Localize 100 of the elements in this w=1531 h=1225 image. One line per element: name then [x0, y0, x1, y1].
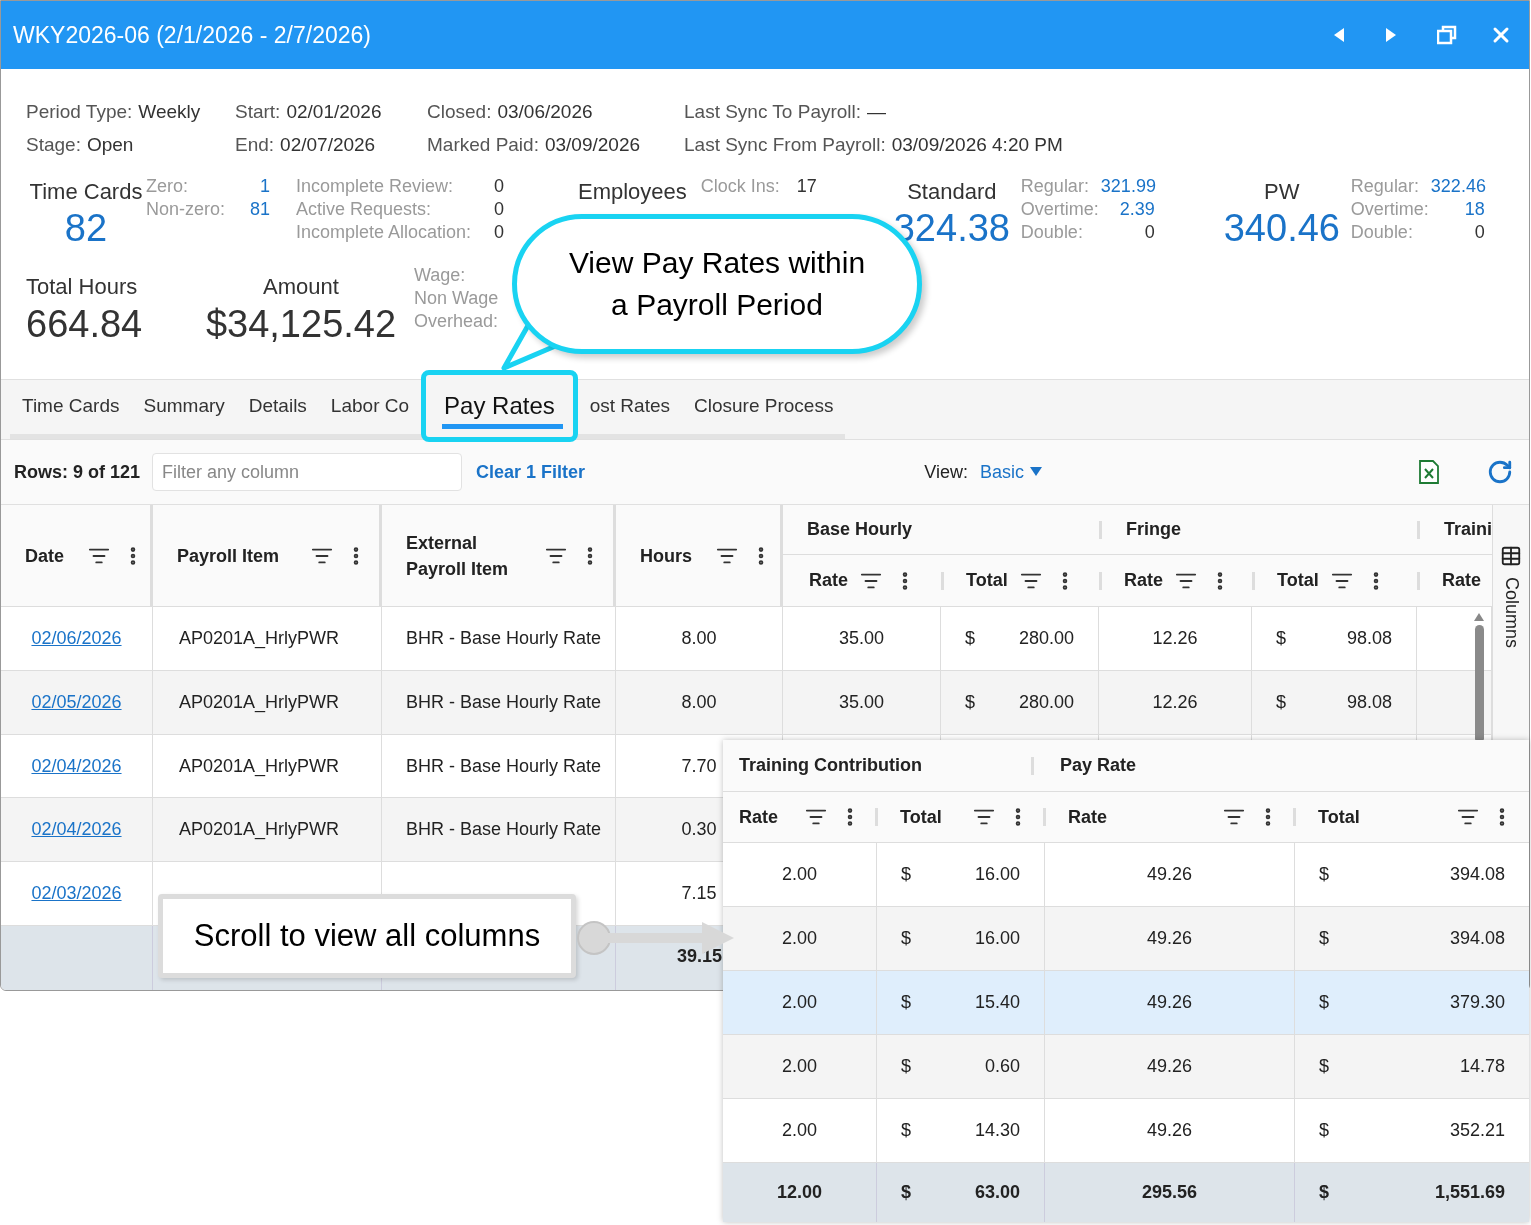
- refresh-icon[interactable]: [1487, 459, 1513, 485]
- previous-icon[interactable]: [1333, 28, 1345, 42]
- total-cell-text: 1,551.69: [1434, 1181, 1505, 1204]
- stat-title: PW: [1264, 178, 1300, 206]
- table-row[interactable]: 2.00 $ 16.00 49.26 $ 394.08: [723, 907, 1529, 971]
- currency-symbol: $: [901, 1119, 911, 1142]
- date-link[interactable]: 02/04/2026: [31, 752, 122, 780]
- stat-label: Incomplete Allocation:: [296, 221, 473, 244]
- column-header[interactable]: Rate: [1124, 567, 1163, 594]
- column-header[interactable]: Rate: [739, 803, 778, 831]
- column-header[interactable]: Rate: [1442, 567, 1481, 594]
- table-cell-text: 352.21: [1449, 1119, 1505, 1142]
- tab[interactable]: ost Rates: [577, 379, 682, 434]
- column-header[interactable]: Total: [1318, 803, 1360, 831]
- currency-symbol: $: [1319, 1119, 1329, 1142]
- table-cell-text: 16.00: [974, 927, 1020, 950]
- total-cell-text: 39.15: [676, 944, 722, 968]
- table-cell-text: 0.30: [681, 818, 717, 842]
- table-cell-text: 2.00: [781, 1119, 817, 1142]
- column-header[interactable]: Total: [1277, 567, 1319, 594]
- stat-label: Non-zero:: [146, 198, 227, 221]
- date-link[interactable]: 02/04/2026: [31, 816, 122, 844]
- stat-label: Regular:: [1020, 175, 1090, 198]
- stat-title: Employees: [578, 178, 687, 206]
- date-link[interactable]: 02/05/2026: [31, 688, 122, 716]
- currency-symbol: $: [1276, 690, 1286, 714]
- stat-title: Total Hours: [26, 273, 139, 301]
- table-cell-text: AP0201A_HrlyPWR: [179, 754, 340, 779]
- row-count: Rows: 9 of 121: [14, 460, 141, 484]
- stat-value: 321.99: [1100, 175, 1155, 198]
- columns-tab[interactable]: Columns: [1497, 577, 1525, 649]
- scroll-up-icon[interactable]: [1474, 613, 1484, 621]
- table-cell-text: BHR - Base Hourly Rate: [406, 690, 602, 714]
- scrollbar[interactable]: [1474, 613, 1484, 743]
- table-cell-text: 16.00: [974, 863, 1020, 886]
- column-header[interactable]: Hours: [640, 542, 692, 569]
- table-cell-text: 394.08: [1449, 863, 1505, 886]
- column-header[interactable]: Total: [966, 567, 1008, 594]
- stat-number: $34,125.42: [205, 303, 397, 345]
- stat-value: 0: [1473, 221, 1485, 244]
- filter-field[interactable]: Filter any column: [152, 453, 463, 491]
- next-icon[interactable]: [1385, 28, 1397, 42]
- stat-label: Overhead:: [414, 310, 499, 333]
- table-cell-text: 2.00: [781, 991, 817, 1014]
- stat-value: 18: [1463, 198, 1485, 221]
- currency-symbol: $: [901, 927, 911, 950]
- spreadsheet-icon[interactable]: [1419, 460, 1439, 484]
- table-row[interactable]: 2.00 $ 16.00 49.26 $ 394.08: [723, 843, 1529, 907]
- column-header[interactable]: Rate: [1068, 803, 1107, 831]
- clear-filter-link[interactable]: Clear 1 Filter: [476, 458, 586, 486]
- date-link[interactable]: 02/03/2026: [31, 880, 122, 908]
- total-cell-text: 12.00: [776, 1181, 822, 1204]
- stat-label: Wage:: [414, 264, 467, 287]
- info-field: Start: 02/01/2026: [235, 101, 382, 122]
- stat-label: Zero:: [146, 175, 189, 198]
- table-cell-text: 12.26: [1152, 626, 1198, 650]
- view-label: View:: [924, 460, 968, 484]
- tab[interactable]: Closure Process: [682, 379, 846, 434]
- tab[interactable]: Details: [236, 379, 319, 434]
- currency-symbol: $: [1319, 927, 1329, 950]
- info-field: Stage: Open: [26, 134, 134, 155]
- table-cell-text: 14.30: [974, 1119, 1020, 1142]
- total-cell-text: 63.00: [974, 1181, 1020, 1204]
- tab[interactable]: Summary: [131, 379, 237, 434]
- total-cell-text: 295.56: [1141, 1181, 1198, 1204]
- info-field: Closed: 03/06/2026: [427, 101, 593, 122]
- stat-label: Clock Ins:: [700, 175, 781, 198]
- tab[interactable]: Time Cards: [10, 379, 132, 434]
- info-field: End: 02/07/2026: [235, 134, 376, 155]
- stat-value: 17: [795, 175, 817, 198]
- column-header[interactable]: Date: [25, 542, 64, 569]
- stat-label: Overtime:: [1350, 198, 1430, 221]
- group-header: Training Contribution: [739, 754, 922, 777]
- table-row[interactable]: 2.00 $ 14.30 49.26 $ 352.21: [723, 1099, 1529, 1163]
- table-cell-text: 35.00: [838, 690, 884, 714]
- note-text: Scroll to view all columns: [193, 916, 541, 955]
- column-header[interactable]: Rate: [809, 567, 848, 594]
- table-cell-text: 49.26: [1146, 1119, 1192, 1142]
- table-cell-text: AP0201A_HrlyPWR: [179, 818, 340, 842]
- date-link[interactable]: 02/06/2026: [31, 624, 122, 652]
- currency-symbol: $: [1319, 863, 1329, 886]
- table-icon[interactable]: [1500, 545, 1522, 567]
- table-cell-text: 0.60: [984, 1055, 1020, 1078]
- table-row[interactable]: 2.00 $ 0.60 49.26 $ 14.78: [723, 1035, 1529, 1099]
- currency-symbol: $: [901, 991, 911, 1014]
- column-header[interactable]: External Payroll Item: [406, 529, 516, 582]
- tab[interactable]: Labor Co: [318, 379, 422, 434]
- table-cell-text: 379.30: [1449, 991, 1505, 1014]
- caret-icon: [1030, 467, 1042, 477]
- tab[interactable]: Pay Rates: [421, 370, 578, 442]
- stat-label: Non Wage: [414, 287, 499, 310]
- restore-icon[interactable]: [1437, 25, 1457, 45]
- table-row[interactable]: 2.00 $ 15.40 49.26 $ 379.30: [723, 971, 1529, 1035]
- view-dropdown[interactable]: Basic: [980, 458, 1042, 486]
- stat-value: 0: [494, 221, 504, 244]
- column-header[interactable]: Total: [900, 803, 942, 831]
- column-header[interactable]: Payroll Item: [177, 542, 280, 569]
- group-header: Base Hourly: [807, 518, 913, 541]
- stat-value: 81: [248, 198, 270, 221]
- stat-value: 0: [1143, 221, 1155, 244]
